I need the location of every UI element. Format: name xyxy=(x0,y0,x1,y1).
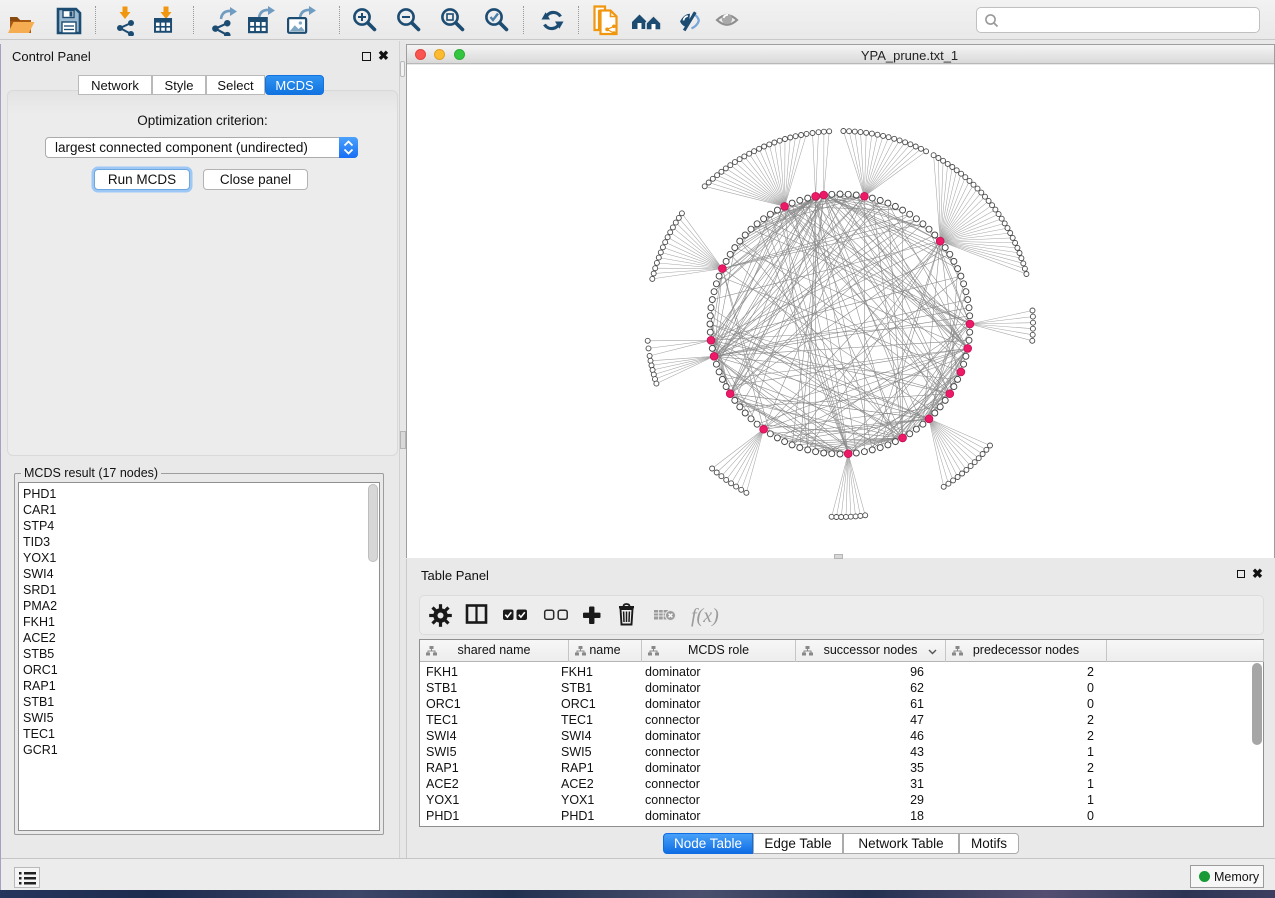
svg-text:f(x): f(x) xyxy=(691,605,719,627)
